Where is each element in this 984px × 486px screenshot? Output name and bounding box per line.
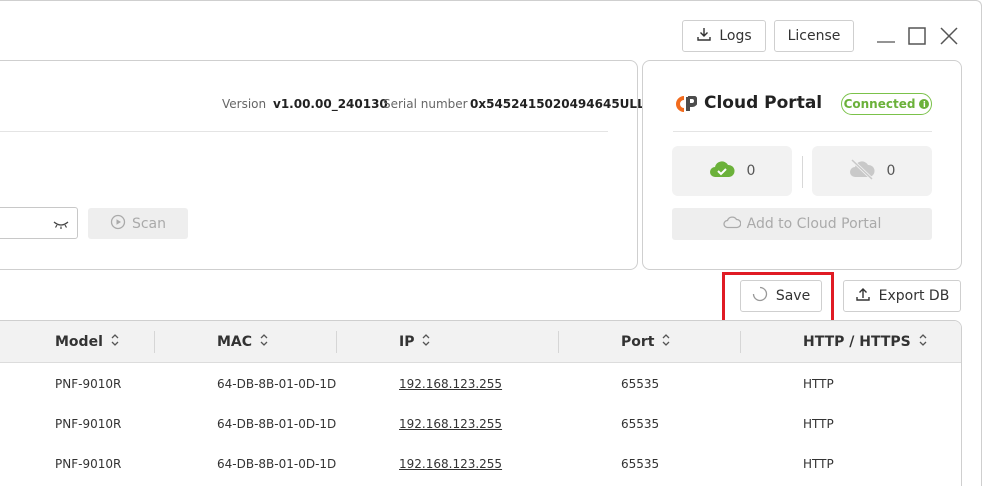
sort-icon: [919, 333, 927, 351]
logs-label: Logs: [719, 28, 752, 44]
column-header-port[interactable]: Port: [621, 333, 670, 351]
cell-model: PNF-9010R: [55, 417, 122, 431]
cell-port: 65535: [621, 417, 660, 431]
divider: [673, 131, 932, 132]
cell-protocol: HTTP: [803, 417, 834, 431]
column-header-model[interactable]: Model: [55, 333, 119, 351]
column-header-mac[interactable]: MAC: [217, 333, 268, 351]
column-divider: [740, 331, 741, 353]
sort-icon: [422, 333, 430, 351]
scan-label: Scan: [131, 215, 167, 232]
cell-mac: 64-DB-8B-01-0D-1D: [217, 457, 337, 471]
license-label: License: [787, 28, 841, 44]
version-label: Version: [222, 97, 267, 111]
serial-number-label: Serial number: [383, 97, 468, 111]
column-header-http-https[interactable]: HTTP / HTTPS: [803, 333, 927, 351]
cell-port: 65535: [621, 377, 660, 391]
logs-button[interactable]: Logs: [682, 20, 766, 52]
cell-ip-link[interactable]: 192.168.123.255: [399, 377, 502, 391]
offline-devices-stat: 0: [812, 146, 932, 196]
cell-ip-link[interactable]: 192.168.123.255: [399, 457, 502, 471]
export-db-button[interactable]: Export DB: [843, 280, 961, 312]
add-to-cloud-portal-button[interactable]: Add to Cloud Portal: [672, 208, 932, 240]
sort-icon: [111, 333, 119, 351]
sort-icon: [662, 333, 670, 351]
cell-ip-link[interactable]: 192.168.123.255: [399, 417, 502, 431]
info-icon: i: [919, 99, 930, 109]
column-divider: [558, 331, 559, 353]
cell-model: PNF-9010R: [55, 377, 122, 391]
online-count: 0: [746, 163, 756, 179]
scan-button[interactable]: Scan: [88, 208, 188, 239]
password-input[interactable]: [0, 207, 78, 239]
connection-status-badge: Connected i: [841, 93, 932, 115]
column-label: IP: [399, 334, 415, 350]
maximize-icon[interactable]: [907, 26, 927, 46]
download-icon: [696, 26, 712, 46]
serial-number-value: 0x5452415020494645ULL: [470, 97, 645, 111]
device-table: Model MAC IP Port HTTP / HTTPS PNF-9010R…: [0, 320, 962, 486]
add-to-cloud-portal-label: Add to Cloud Portal: [746, 216, 882, 232]
license-button[interactable]: License: [774, 20, 854, 52]
cell-mac: 64-DB-8B-01-0D-1D: [217, 377, 337, 391]
column-label: HTTP / HTTPS: [803, 334, 911, 350]
online-devices-stat: 0: [672, 146, 792, 196]
cell-protocol: HTTP: [803, 457, 834, 471]
cloud-check-icon: [709, 159, 735, 183]
table-row[interactable]: PNF-9010R 64-DB-8B-01-0D-1D 192.168.123.…: [0, 403, 961, 443]
divider: [802, 156, 803, 188]
close-icon[interactable]: [939, 26, 959, 46]
column-divider: [154, 331, 155, 353]
export-db-label: Export DB: [878, 288, 950, 304]
table-header: Model MAC IP Port HTTP / HTTPS: [0, 321, 961, 363]
table-row[interactable]: PNF-9010R 64-DB-8B-01-0D-1D 192.168.123.…: [0, 363, 961, 403]
column-label: Port: [621, 334, 655, 350]
column-divider: [336, 331, 337, 353]
cell-model: PNF-9010R: [55, 457, 122, 471]
minimize-icon[interactable]: [876, 26, 896, 46]
cloud-portal-title: Cloud Portal: [704, 93, 823, 113]
offline-count: 0: [886, 163, 896, 179]
divider: [0, 131, 608, 132]
column-label: Model: [55, 334, 103, 350]
cell-protocol: HTTP: [803, 377, 834, 391]
cell-port: 65535: [621, 457, 660, 471]
cell-mac: 64-DB-8B-01-0D-1D: [217, 417, 337, 431]
sort-icon: [260, 333, 268, 351]
cloud-off-icon: [849, 158, 875, 184]
column-label: MAC: [217, 334, 253, 350]
upload-icon: [855, 286, 871, 306]
cloud-portal-logo-icon: [675, 95, 698, 116]
status-label: Connected: [843, 97, 916, 111]
column-header-ip[interactable]: IP: [399, 333, 430, 351]
table-row[interactable]: PNF-9010R 64-DB-8B-01-0D-1D 192.168.123.…: [0, 443, 961, 483]
version-value: v1.00.00_240130: [273, 97, 388, 111]
play-circle-icon: [110, 214, 126, 234]
eye-closed-icon[interactable]: [53, 216, 69, 235]
cloud-icon: [722, 215, 742, 233]
